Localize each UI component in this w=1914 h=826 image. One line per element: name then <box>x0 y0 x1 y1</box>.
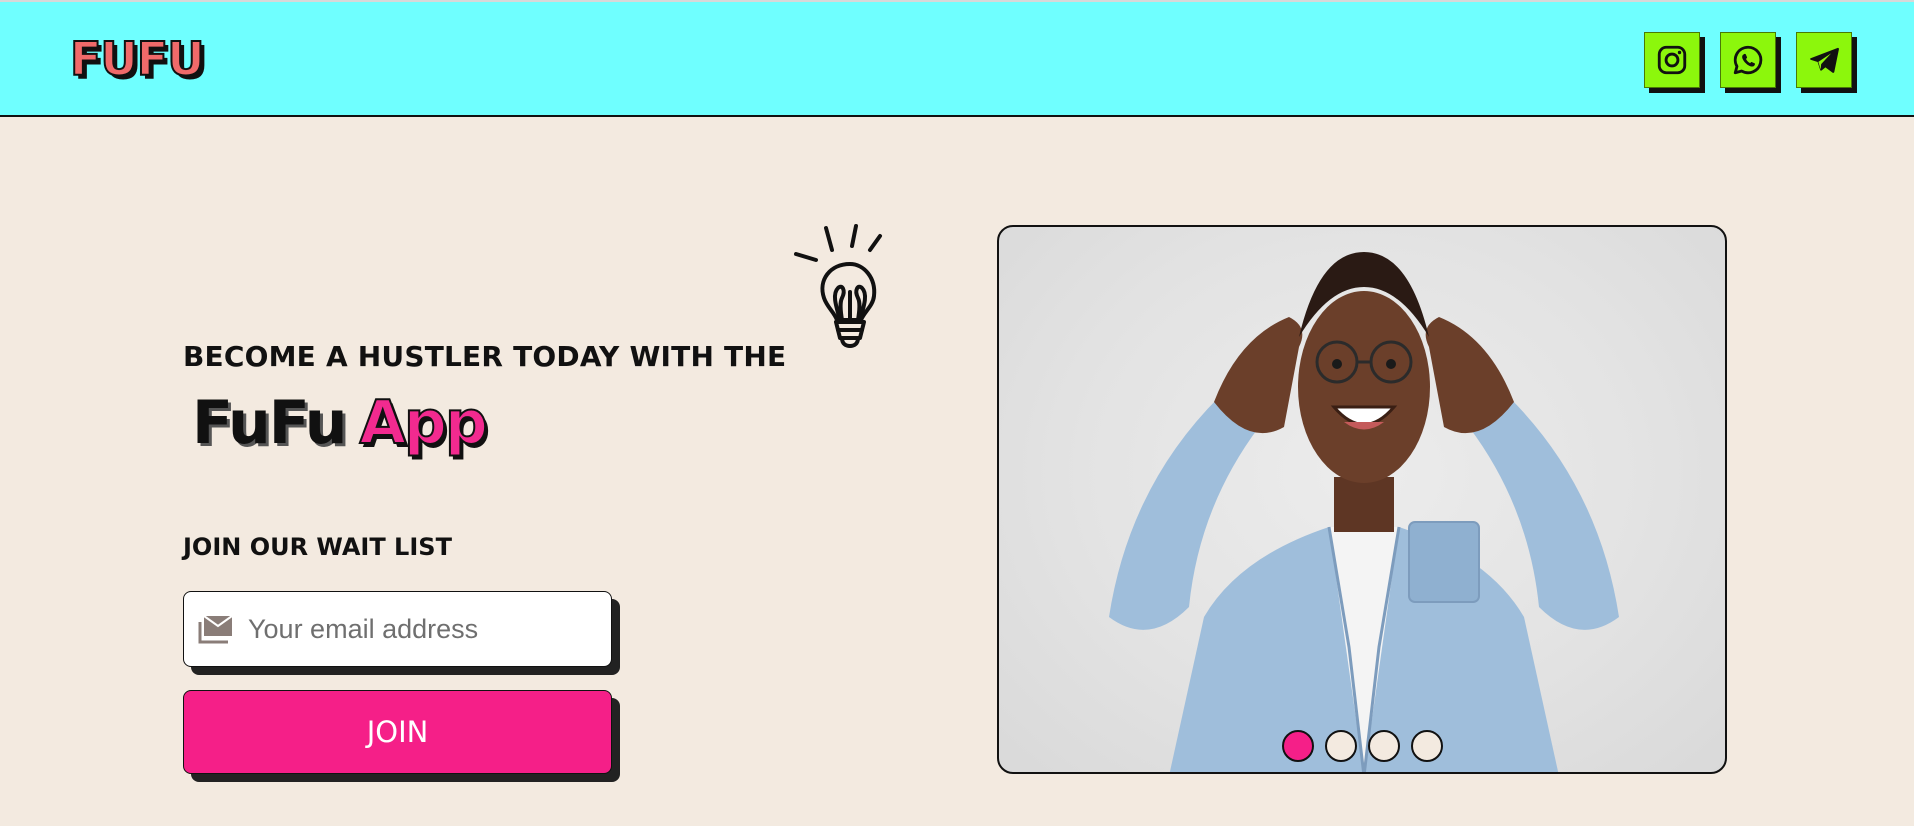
brand-name-fufu: FuFu <box>192 388 347 458</box>
instagram-icon <box>1657 45 1687 75</box>
whatsapp-button[interactable] <box>1720 32 1776 88</box>
telegram-icon <box>1810 47 1839 73</box>
hero-carousel <box>997 225 1727 774</box>
fufu-logo[interactable]: FUFU <box>69 31 206 87</box>
instagram-button[interactable] <box>1644 32 1700 88</box>
brand-title: FuFu App <box>192 387 489 459</box>
brand-name-app: App <box>358 387 488 459</box>
carousel-dot-3[interactable] <box>1367 730 1400 762</box>
hero-headline: BECOME A HUSTLER TODAY WITH THE <box>183 340 787 373</box>
carousel-dot-1[interactable] <box>1281 730 1314 762</box>
top-navbar: FUFU <box>0 0 1914 117</box>
email-field[interactable] <box>183 591 612 667</box>
lightbulb-icon <box>794 224 882 348</box>
mail-icon <box>198 615 233 644</box>
telegram-button[interactable] <box>1796 32 1852 88</box>
whatsapp-icon <box>1733 45 1763 75</box>
waitlist-title: JOIN OUR WAIT LIST <box>183 533 452 561</box>
hero-image <box>1109 252 1619 772</box>
carousel-dot-2[interactable] <box>1324 730 1357 762</box>
carousel-dots <box>999 730 1725 762</box>
join-button[interactable]: JOIN <box>183 690 612 774</box>
carousel-dot-4[interactable] <box>1410 730 1443 762</box>
email-input[interactable] <box>246 612 596 646</box>
social-links <box>1644 32 1852 88</box>
